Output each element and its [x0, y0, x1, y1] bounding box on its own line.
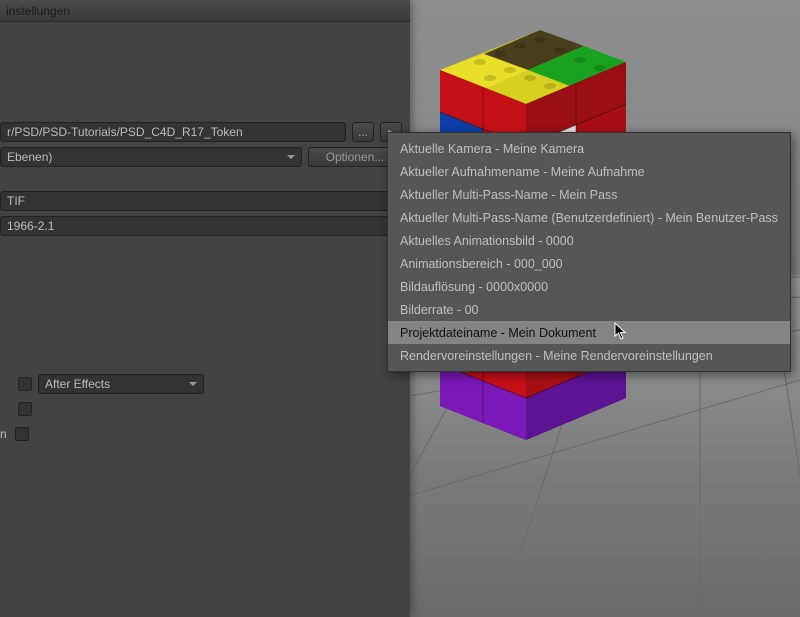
menu-item-multipass[interactable]: Aktueller Multi-Pass-Name - Mein Pass [388, 183, 790, 206]
menu-item-label: Bilderrate - 00 [400, 303, 479, 317]
menu-item-label: Bildauflösung - 0000x0000 [400, 280, 548, 294]
layers-value: Ebenen) [7, 150, 52, 164]
colorspace-field[interactable]: 1966-2.1 [0, 216, 402, 236]
cursor-icon [614, 322, 628, 345]
menu-item-label: Animationsbereich - 000_000 [400, 257, 563, 271]
menu-item-label: Aktuelles Animationsbild - 0000 [400, 234, 574, 248]
menu-item-frame[interactable]: Aktuelles Animationsbild - 0000 [388, 229, 790, 252]
menu-item-camera[interactable]: Aktuelle Kamera - Meine Kamera [388, 137, 790, 160]
menu-item-multipass-user[interactable]: Aktueller Multi-Pass-Name (Benutzerdefin… [388, 206, 790, 229]
menu-item-label: Aktueller Multi-Pass-Name - Mein Pass [400, 188, 617, 202]
menu-item-fps[interactable]: Bilderrate - 00 [388, 298, 790, 321]
checkbox-2[interactable] [18, 402, 32, 416]
settings-panel: instellungen r/PSD/PSD-Tutorials/PSD_C4D… [0, 0, 410, 617]
compositing-value: After Effects [45, 377, 110, 391]
titlebar[interactable]: instellungen [0, 0, 410, 22]
browse-label: ... [358, 125, 368, 139]
menu-item-label: Aktuelle Kamera - Meine Kamera [400, 142, 584, 156]
path-value: r/PSD/PSD-Tutorials/PSD_C4D_R17_Token [7, 125, 243, 139]
compositing-dropdown[interactable]: After Effects [38, 374, 204, 394]
colorspace-value: 1966-2.1 [7, 219, 54, 233]
format-dropdown[interactable]: TIF [0, 191, 402, 211]
menu-item-resolution[interactable]: Bildauflösung - 0000x0000 [388, 275, 790, 298]
format-value: TIF [7, 194, 25, 208]
menu-item-label: Aktueller Aufnahmename - Meine Aufnahme [400, 165, 645, 179]
menu-item-label: Rendervoreinstellungen - Meine Rendervor… [400, 349, 713, 363]
token-context-menu: Aktuelle Kamera - Meine Kamera Aktueller… [387, 132, 791, 372]
path-field[interactable]: r/PSD/PSD-Tutorials/PSD_C4D_R17_Token [0, 122, 346, 142]
menu-item-label: Projektdateiname - Mein Dokument [400, 326, 596, 340]
browse-button[interactable]: ... [352, 122, 374, 142]
menu-item-take[interactable]: Aktueller Aufnahmename - Meine Aufnahme [388, 160, 790, 183]
menu-item-label: Aktueller Multi-Pass-Name (Benutzerdefin… [400, 211, 778, 225]
menu-item-project[interactable]: Projektdateiname - Mein Dokument [388, 321, 790, 344]
menu-item-framerange[interactable]: Animationsbereich - 000_000 [388, 252, 790, 275]
checkbox-1[interactable] [18, 377, 32, 391]
row-label-n: n [0, 427, 4, 441]
layers-dropdown[interactable]: Ebenen) [0, 147, 302, 167]
checkbox-3[interactable] [15, 427, 29, 441]
panel-content: r/PSD/PSD-Tutorials/PSD_C4D_R17_Token ..… [0, 22, 410, 456]
menu-item-renderset[interactable]: Rendervoreinstellungen - Meine Rendervor… [388, 344, 790, 367]
options-label: Optionen... [326, 150, 385, 164]
window-title: instellungen [6, 4, 70, 18]
